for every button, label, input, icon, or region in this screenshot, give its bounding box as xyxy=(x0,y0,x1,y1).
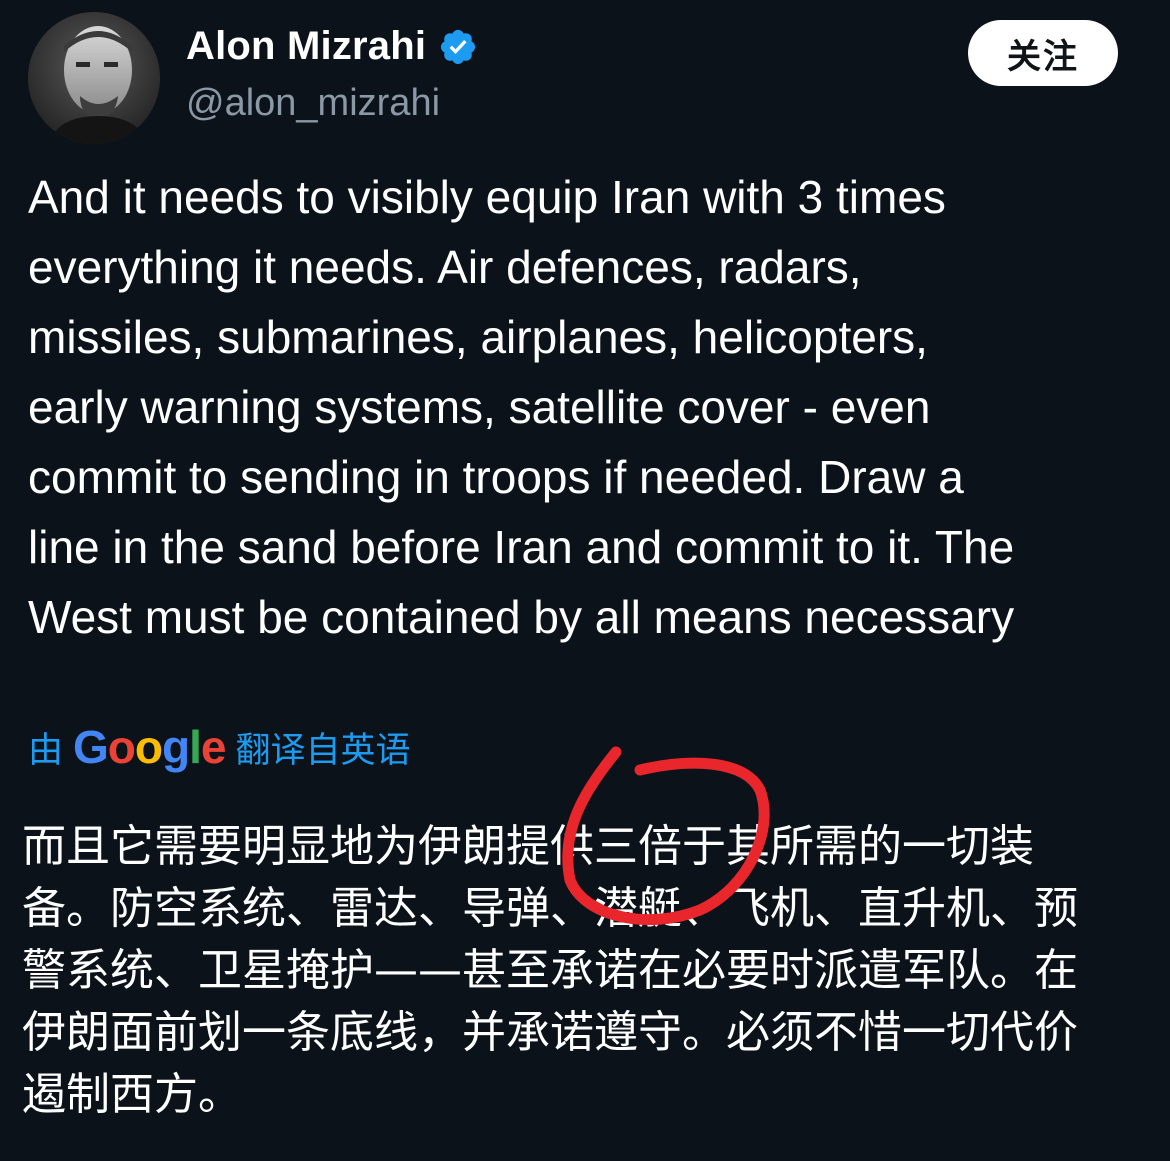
google-logo-letter: l xyxy=(189,721,202,773)
author-handle[interactable]: @alon_mizrahi xyxy=(186,82,440,125)
tweet-text: And it needs to visibly equip Iran with … xyxy=(28,171,1015,643)
google-logo-letter: e xyxy=(200,721,227,773)
google-logo-letter: o xyxy=(107,721,136,773)
avatar[interactable] xyxy=(28,12,160,144)
translated-by-label: 由 xyxy=(28,730,64,771)
author-display-name[interactable]: Alon Mizrahi xyxy=(186,24,426,69)
avatar-photo xyxy=(28,12,160,144)
translated-text: 而且它需要明显地为伊朗提供三倍于其所需的一切装 备。防空系统、雷达、导弹、潜艇、… xyxy=(22,821,1078,1120)
translation-attribution[interactable]: 由 Google 翻译自英语 xyxy=(28,720,411,774)
google-logo-letter: o xyxy=(134,721,163,773)
google-logo: Google xyxy=(73,720,227,774)
google-logo-letter: g xyxy=(162,721,190,773)
verified-badge-icon xyxy=(441,29,476,64)
translated-from-label: 翻译自英语 xyxy=(235,730,411,771)
follow-button[interactable]: 关注 xyxy=(968,20,1118,86)
author-name-row[interactable]: Alon Mizrahi xyxy=(186,24,478,69)
google-logo-letter: G xyxy=(73,721,109,773)
